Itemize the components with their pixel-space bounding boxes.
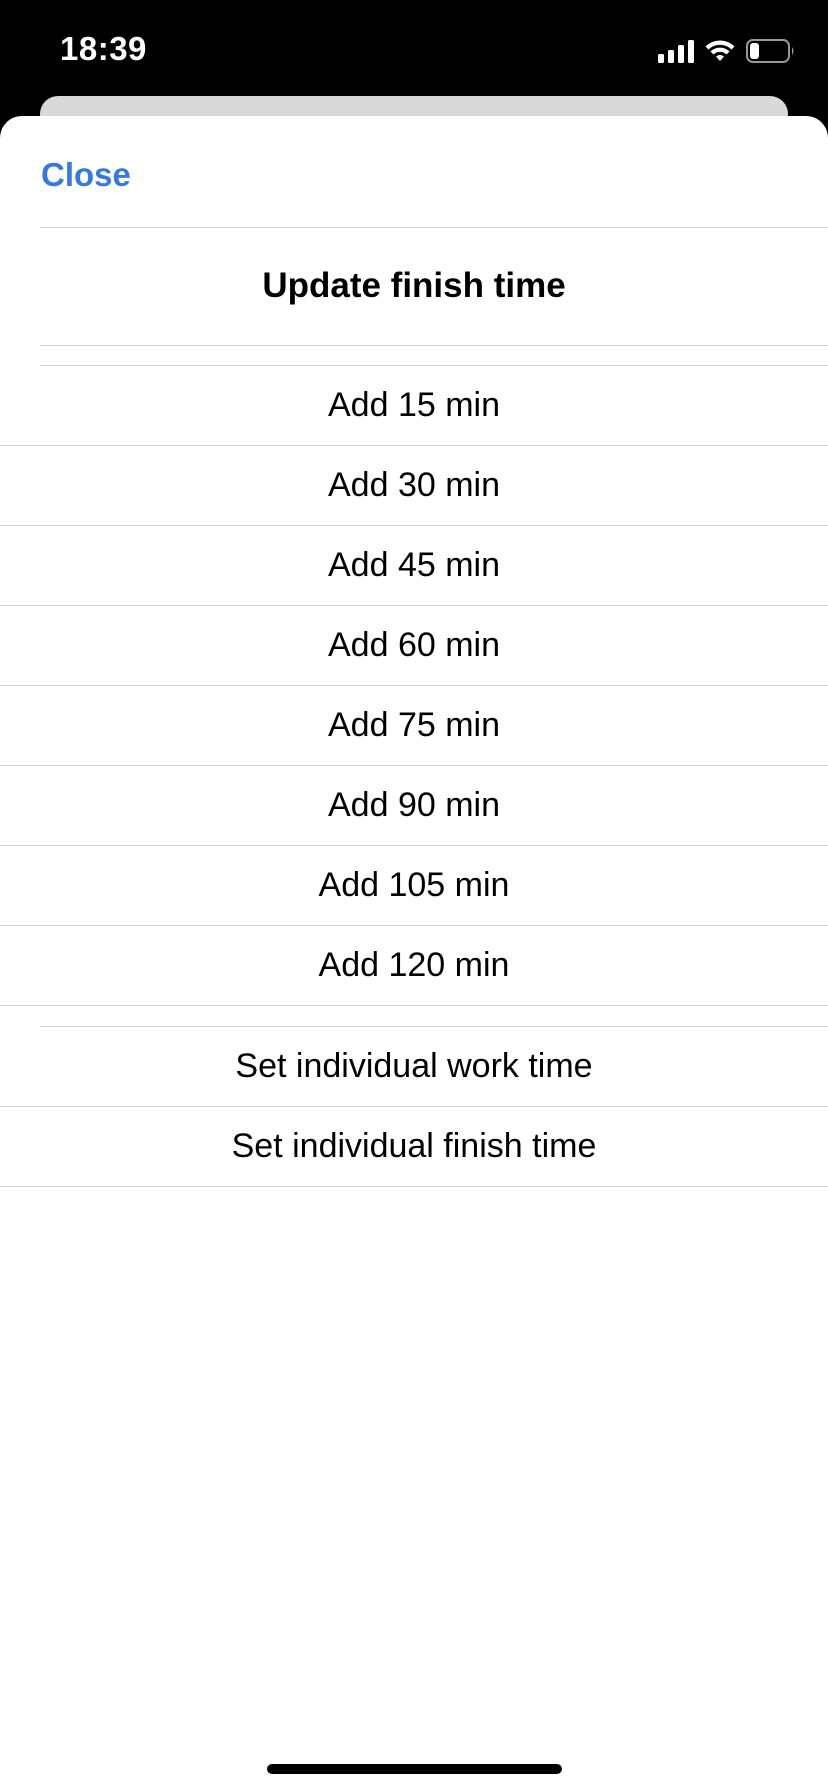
custom-options-list: Set individual work time Set individual …: [0, 1026, 828, 1187]
option-label: Add 30 min: [328, 466, 500, 504]
option-add-120-min[interactable]: Add 120 min: [0, 926, 828, 1006]
option-add-30-min[interactable]: Add 30 min: [0, 446, 828, 526]
header-divider: [40, 227, 828, 228]
option-label: Add 60 min: [328, 626, 500, 664]
option-label: Add 45 min: [328, 546, 500, 584]
status-time: 18:39: [60, 30, 147, 67]
option-label: Add 90 min: [328, 786, 500, 824]
option-add-60-min[interactable]: Add 60 min: [0, 606, 828, 686]
title-divider: [40, 345, 828, 346]
option-add-45-min[interactable]: Add 45 min: [0, 526, 828, 606]
sheet-title: Update finish time: [262, 266, 566, 305]
duration-options-list: Add 15 min Add 30 min Add 45 min Add 60 …: [0, 365, 828, 1006]
battery-low-icon: [746, 38, 796, 64]
option-add-75-min[interactable]: Add 75 min: [0, 686, 828, 766]
update-finish-time-sheet: Close Update finish time Add 15 min Add …: [0, 116, 828, 1792]
cellular-signal-icon: [658, 39, 694, 63]
close-button[interactable]: Close: [41, 152, 131, 198]
option-add-15-min[interactable]: Add 15 min: [0, 366, 828, 446]
option-add-105-min[interactable]: Add 105 min: [0, 846, 828, 926]
option-add-90-min[interactable]: Add 90 min: [0, 766, 828, 846]
option-label: Add 75 min: [328, 706, 500, 744]
option-label: Add 15 min: [328, 386, 500, 424]
option-label: Add 105 min: [318, 866, 510, 904]
status-icons: [658, 36, 796, 66]
wifi-icon: [704, 39, 736, 63]
option-label: Add 120 min: [318, 946, 510, 984]
screen: 18:39 Close Update finish time Add 15 mi…: [0, 0, 828, 1792]
option-label: Set individual work time: [235, 1047, 593, 1085]
option-set-individual-finish-time[interactable]: Set individual finish time: [0, 1107, 828, 1187]
option-label: Set individual finish time: [231, 1127, 597, 1165]
status-bar: 18:39: [0, 0, 828, 96]
option-set-individual-work-time[interactable]: Set individual work time: [0, 1027, 828, 1107]
home-indicator[interactable]: [267, 1764, 562, 1774]
